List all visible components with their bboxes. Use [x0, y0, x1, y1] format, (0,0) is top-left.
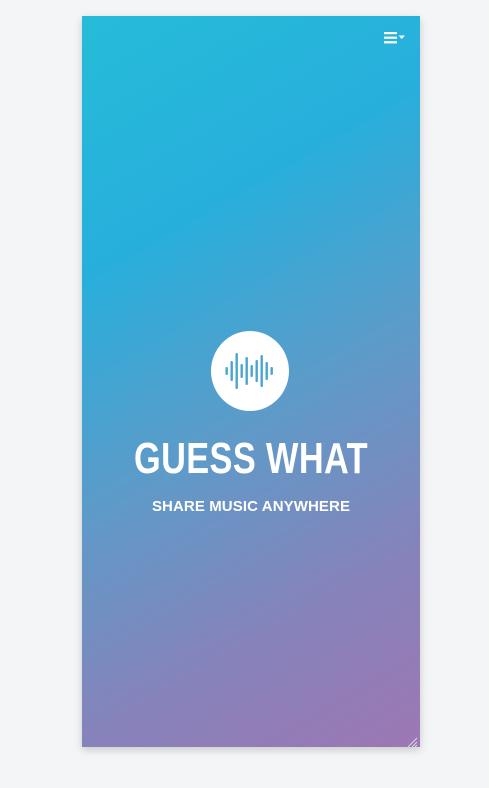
menu-button[interactable]: [382, 29, 408, 47]
app-screen: GUESS WHAT SHARE MUSIC ANYWHERE: [82, 16, 420, 747]
hamburger-dropdown-icon: [384, 32, 405, 44]
app-title: GUESS WHAT: [134, 434, 368, 483]
sound-wave-icon: [225, 353, 273, 389]
app-logo: [211, 331, 289, 411]
resize-handle-icon[interactable]: [406, 733, 418, 747]
app-tagline: SHARE MUSIC ANYWHERE: [151, 498, 351, 515]
